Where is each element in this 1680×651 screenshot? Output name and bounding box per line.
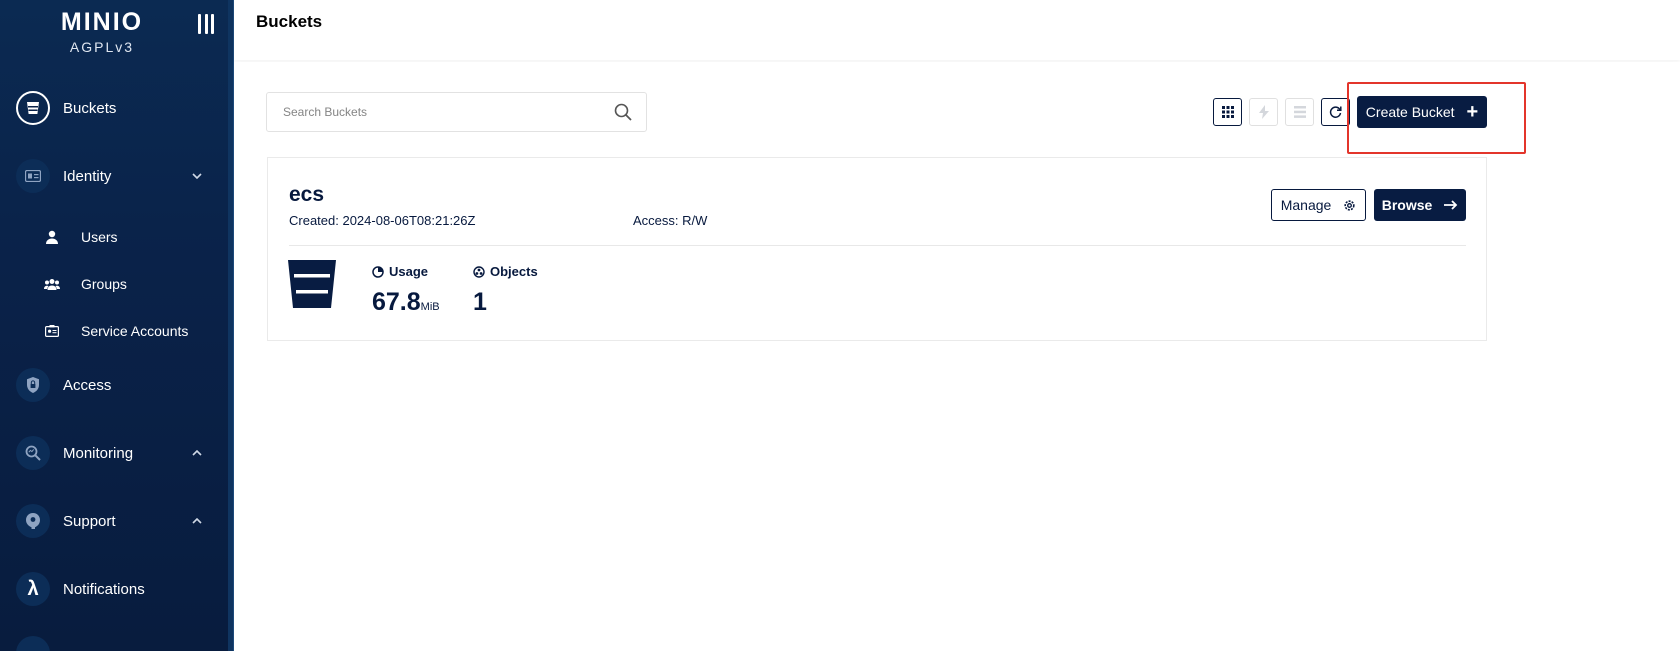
search-box [266, 92, 647, 132]
browse-button[interactable]: Browse [1374, 189, 1466, 221]
sidebar-item-monitoring[interactable]: Monitoring [0, 433, 228, 473]
collapse-bar-icon [211, 14, 214, 34]
bucket-created-date: Created: 2024-08-06T08:21:26Z [289, 213, 476, 228]
usage-metric-label: Usage [372, 264, 428, 279]
groups-icon [44, 276, 60, 292]
grid-icon [1221, 106, 1234, 118]
bucket-icon [16, 91, 50, 125]
chevron-up-icon [192, 447, 202, 459]
sidebar-item-label: Identity [63, 167, 112, 185]
sidebar-item-label: Groups [81, 276, 127, 292]
main-content [234, 62, 1680, 651]
service-account-icon [44, 323, 60, 339]
chevron-up-icon [192, 515, 202, 527]
sidebar-collapse-button[interactable] [198, 14, 214, 36]
support-icon [16, 504, 50, 538]
usage-number: 67.8 [372, 288, 421, 316]
sidebar-item-label: Users [81, 229, 118, 245]
lock-icon [16, 368, 50, 402]
arrow-right-icon [1444, 200, 1458, 210]
sidebar-item-support[interactable]: Support [0, 501, 228, 541]
bucket-card[interactable]: ecs Created: 2024-08-06T08:21:26Z Access… [267, 157, 1487, 341]
sidebar-item-label: Monitoring [63, 444, 134, 462]
usage-value: 67.8MiB [372, 288, 440, 317]
license-label: AGPLv3 [69, 39, 135, 55]
sidebar-item-access[interactable]: Access [0, 365, 228, 405]
manage-button[interactable]: Manage [1271, 189, 1366, 221]
minio-logo: MINIO AGPLv3 [50, 8, 154, 55]
sidebar-item-label: Notifications [63, 580, 145, 598]
search-icon[interactable] [614, 103, 632, 121]
lambda-icon: λ [16, 572, 50, 606]
objects-icon [473, 265, 485, 278]
usage-label: Usage [389, 264, 429, 279]
card-divider [289, 245, 1466, 246]
search-input[interactable] [267, 94, 597, 130]
id-card-icon [16, 159, 50, 193]
bucket-access: Access: R/W [633, 213, 708, 228]
plus-icon: + [1466, 101, 1479, 123]
page-title: Buckets [256, 12, 323, 31]
pie-chart-icon [372, 265, 384, 278]
create-bucket-button[interactable]: Create Bucket + [1357, 96, 1487, 128]
sidebar-item-service-accounts[interactable]: Service Accounts [0, 316, 228, 346]
objects-value: 1 [473, 288, 487, 316]
sidebar: MINIO AGPLv3 Buckets Identity Users Grou… [0, 0, 232, 651]
sidebar-item-groups[interactable]: Groups [0, 269, 228, 299]
sidebar-item-label: Support [63, 512, 116, 530]
sidebar-item-label: Access [63, 376, 112, 394]
refresh-button[interactable] [1321, 98, 1350, 126]
browse-label: Browse [1381, 197, 1433, 213]
sidebar-item-notifications[interactable]: λ Notifications [0, 569, 228, 609]
chevron-down-icon [192, 170, 202, 182]
logo-text: MINIO [60, 8, 144, 36]
collapse-bar-icon [204, 14, 208, 34]
refresh-icon [1329, 105, 1342, 118]
list-icon [1293, 106, 1306, 118]
page-header: Buckets [234, 0, 1680, 60]
more-menu-icon[interactable] [16, 636, 50, 651]
set-replication-button[interactable] [1285, 98, 1314, 126]
create-bucket-label: Create Bucket [1365, 104, 1455, 120]
objects-label: Objects [490, 264, 538, 279]
bucket-icon [288, 260, 336, 308]
sidebar-item-users[interactable]: Users [0, 222, 228, 252]
user-icon [44, 229, 60, 245]
sidebar-item-label: Buckets [63, 99, 117, 117]
grid-view-button[interactable] [1213, 98, 1242, 126]
objects-metric-label: Objects [473, 264, 538, 279]
lightning-icon [1258, 105, 1269, 119]
usage-unit: MiB [420, 301, 440, 313]
sidebar-item-label: Service Accounts [81, 323, 189, 339]
manage-label: Manage [1280, 197, 1332, 213]
set-lifecycle-button[interactable] [1249, 98, 1278, 126]
sidebar-item-buckets[interactable]: Buckets [0, 88, 228, 128]
magnify-icon [16, 436, 50, 470]
gear-icon [1344, 199, 1355, 211]
collapse-bar-icon [198, 14, 201, 34]
sidebar-item-identity[interactable]: Identity [0, 156, 228, 196]
bucket-name[interactable]: ecs [289, 183, 324, 207]
